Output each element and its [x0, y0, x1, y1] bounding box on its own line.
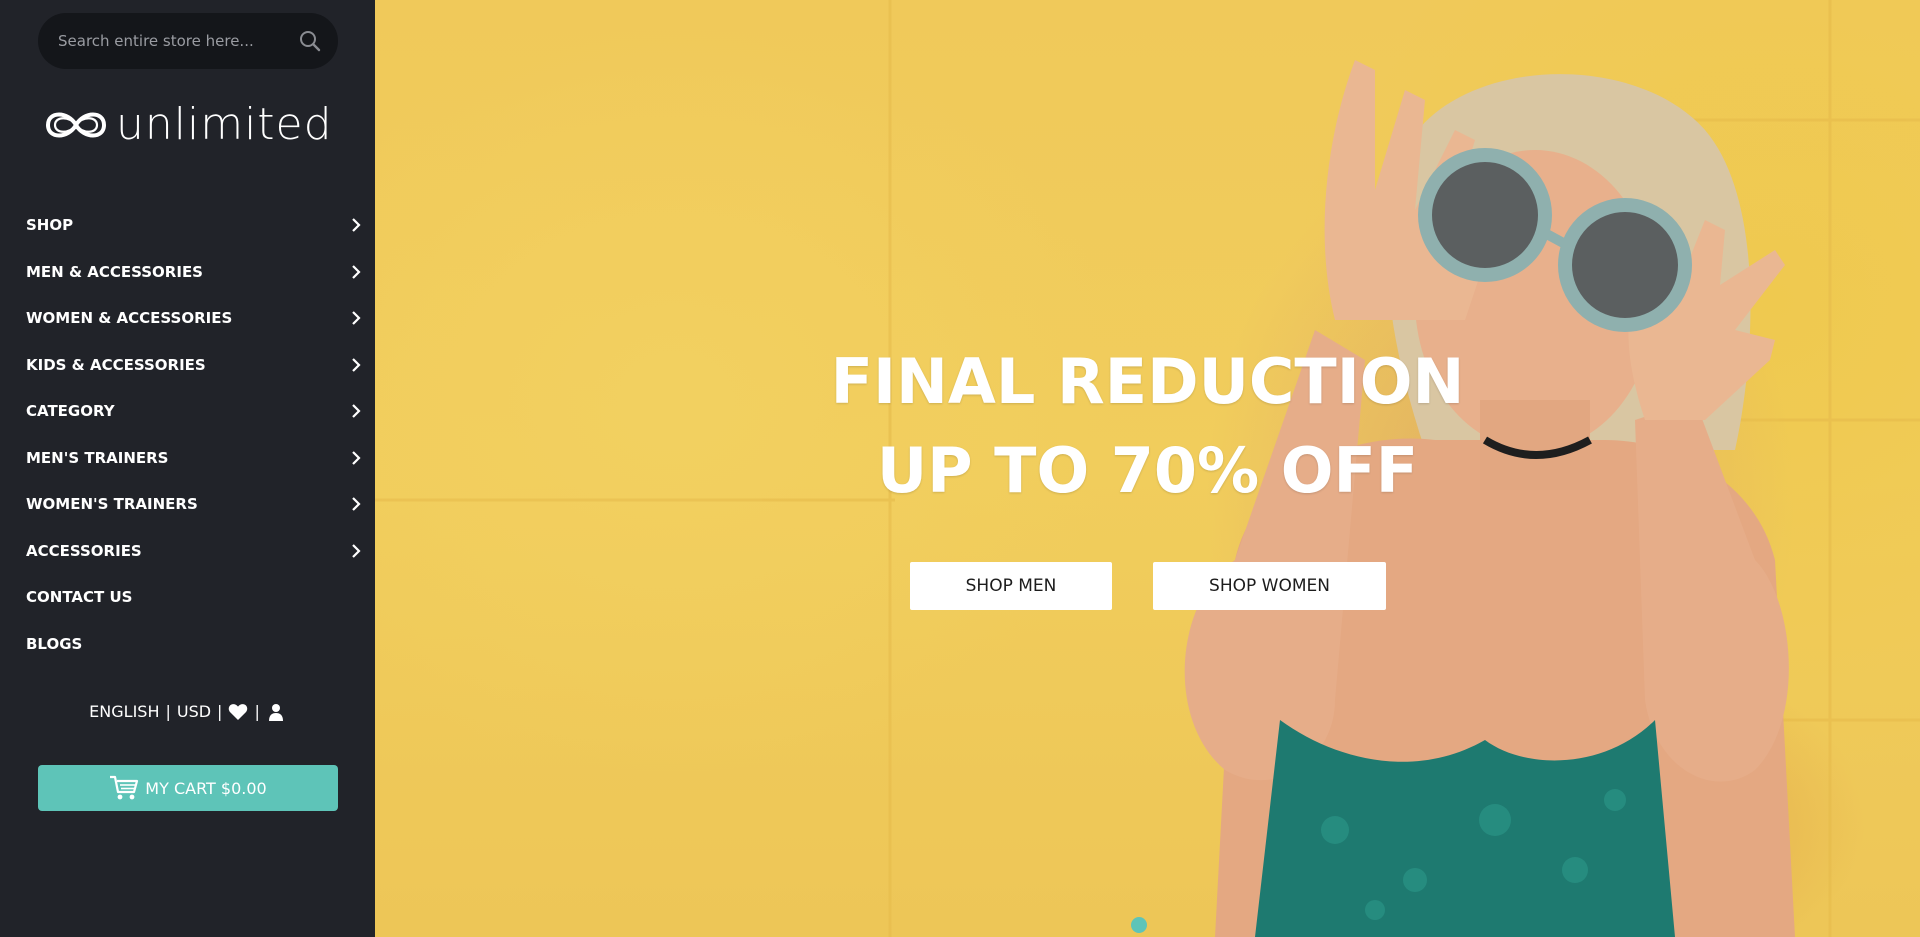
chevron-right-icon[interactable] [349, 450, 363, 466]
hero-banner: FINAL REDUCTION UP TO 70% OFF SHOP MEN S… [375, 0, 1920, 937]
currency-selector[interactable]: USD [177, 702, 211, 721]
separator: | [165, 702, 171, 721]
sidebar-nav: SHOP MEN & ACCESSORIES WOMEN & ACCESSORI… [0, 202, 375, 667]
chevron-right-icon[interactable] [349, 310, 363, 326]
cart-icon [110, 775, 139, 800]
infinity-logo-icon [45, 112, 107, 138]
shop-men-button[interactable]: SHOP MEN [910, 562, 1112, 610]
logo[interactable]: unlimited [42, 102, 333, 148]
slider-dot[interactable] [1131, 917, 1147, 933]
chevron-right-icon[interactable] [349, 217, 363, 233]
logo-text: unlimited [116, 99, 333, 150]
search-input[interactable] [56, 31, 286, 51]
heart-icon[interactable] [228, 703, 248, 721]
sidebar: unlimited SHOP MEN & ACCESSORIES WOMEN &… [0, 0, 375, 937]
nav-item-women-accessories[interactable]: WOMEN & ACCESSORIES [0, 295, 375, 342]
utility-bar: ENGLISH | USD | | [0, 702, 375, 721]
nav-item-womens-trainers[interactable]: WOMEN'S TRAINERS [0, 481, 375, 528]
chevron-right-icon[interactable] [349, 543, 363, 559]
language-selector[interactable]: ENGLISH [89, 702, 159, 721]
nav-item-label: CONTACT US [26, 588, 133, 607]
nav-item-label: MEN & ACCESSORIES [26, 262, 203, 281]
nav-item-mens-trainers[interactable]: MEN'S TRAINERS [0, 435, 375, 482]
nav-item-label: SHOP [26, 216, 74, 235]
shop-women-button[interactable]: SHOP WOMEN [1153, 562, 1386, 610]
chevron-right-icon[interactable] [349, 264, 363, 280]
page: unlimited SHOP MEN & ACCESSORIES WOMEN &… [0, 0, 1920, 937]
search-icon[interactable] [298, 29, 322, 53]
hero-title-line-2: UP TO 70% OFF [876, 434, 1419, 507]
cart-label: MY CART $0.00 [145, 778, 267, 798]
separator: | [217, 702, 223, 721]
search-box [38, 13, 338, 69]
chevron-right-icon[interactable] [349, 496, 363, 512]
nav-item-label: WOMEN & ACCESSORIES [26, 309, 233, 328]
hero-title-line-1: FINAL REDUCTION [830, 345, 1465, 418]
nav-item-contact-us[interactable]: CONTACT US [0, 574, 375, 621]
user-icon[interactable] [266, 703, 286, 721]
nav-item-label: MEN'S TRAINERS [26, 448, 169, 467]
nav-item-label: ACCESSORIES [26, 541, 142, 560]
chevron-right-icon[interactable] [349, 403, 363, 419]
nav-item-kids-accessories[interactable]: KIDS & ACCESSORIES [0, 342, 375, 389]
chevron-right-icon[interactable] [349, 357, 363, 373]
nav-item-accessories[interactable]: ACCESSORIES [0, 528, 375, 575]
nav-item-category[interactable]: CATEGORY [0, 388, 375, 435]
nav-item-blogs[interactable]: BLOGS [0, 621, 375, 668]
nav-item-label: CATEGORY [26, 402, 115, 421]
nav-item-label: WOMEN'S TRAINERS [26, 495, 198, 514]
nav-item-shop[interactable]: SHOP [0, 202, 375, 249]
cart-button[interactable]: MY CART $0.00 [38, 765, 338, 811]
nav-item-label: KIDS & ACCESSORIES [26, 355, 206, 374]
nav-item-men-accessories[interactable]: MEN & ACCESSORIES [0, 249, 375, 296]
separator: | [254, 702, 260, 721]
nav-item-label: BLOGS [26, 634, 83, 653]
